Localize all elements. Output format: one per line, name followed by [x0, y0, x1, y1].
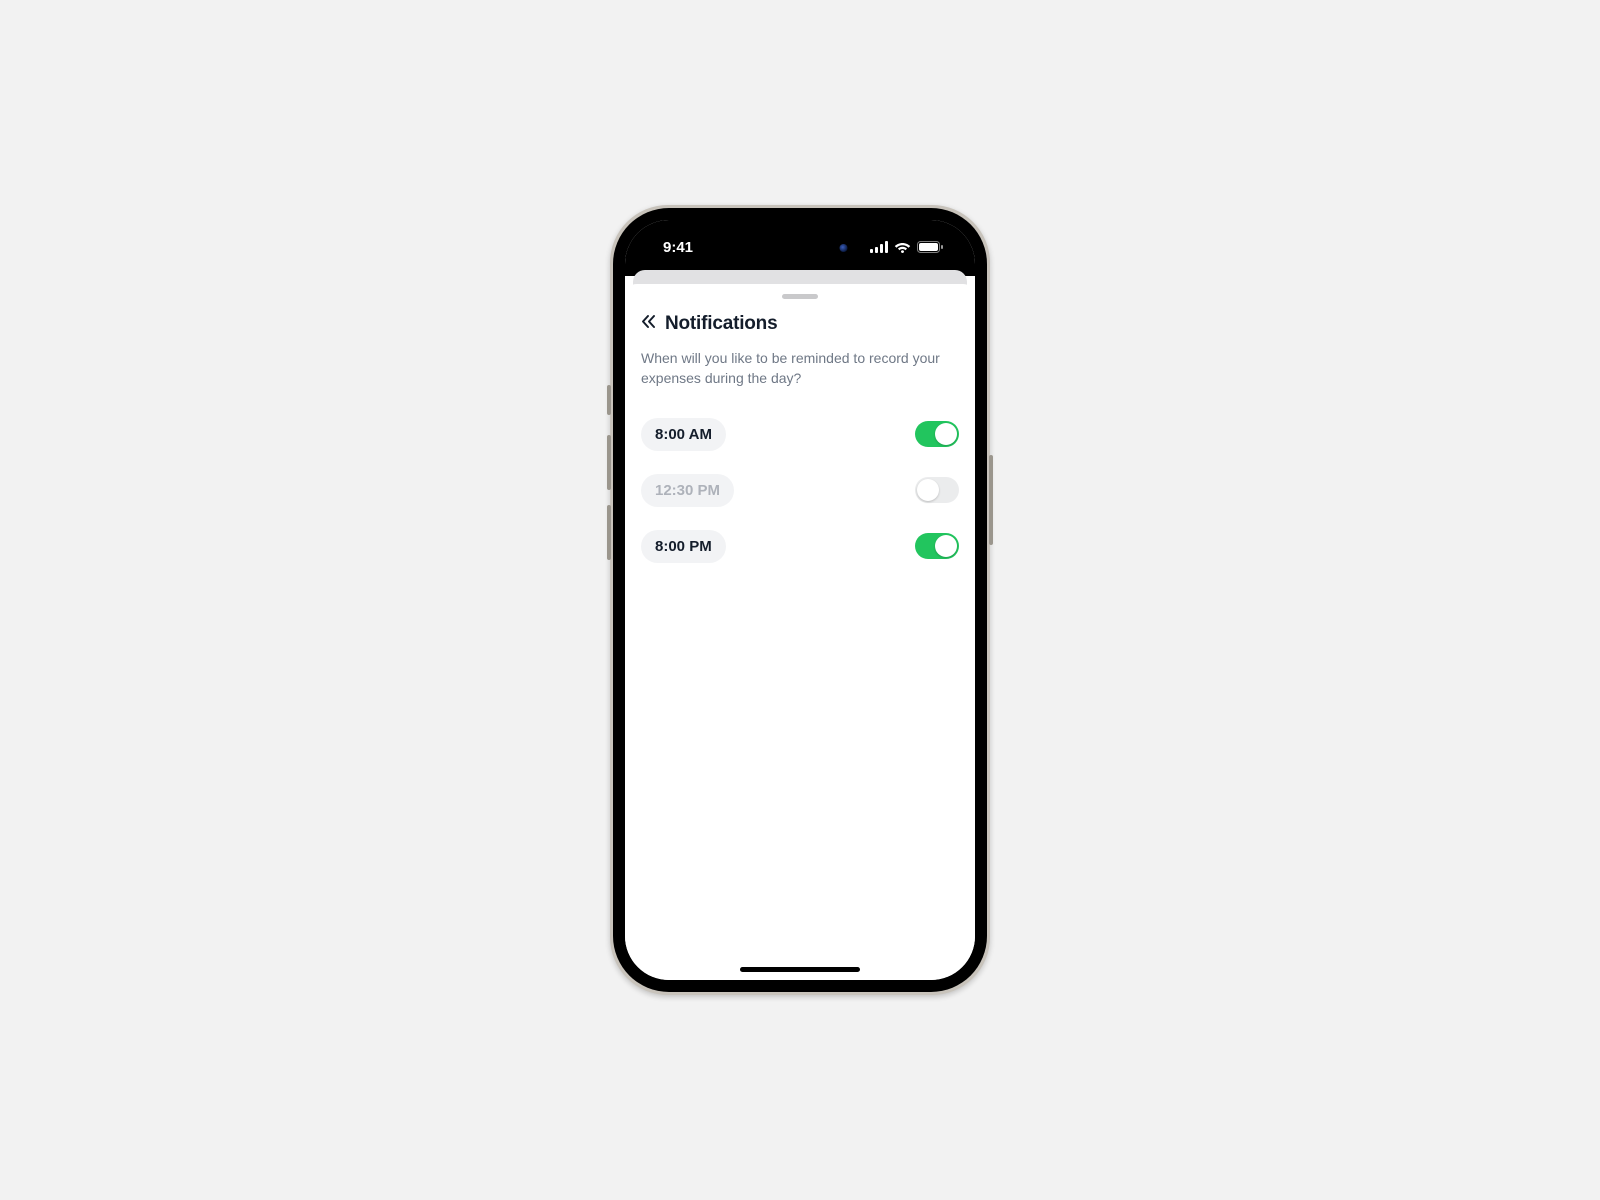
- side-button: [607, 385, 611, 415]
- wifi-icon: [894, 241, 911, 253]
- sheet-header: Notifications: [641, 313, 959, 335]
- cellular-icon: [870, 241, 888, 253]
- page-title: Notifications: [665, 313, 777, 335]
- reminder-row: 8:00 AM: [641, 406, 959, 462]
- phone-bezel: 9:41: [613, 208, 987, 992]
- phone-screen: 9:41: [625, 220, 975, 980]
- phone-frame: 9:41: [610, 205, 990, 995]
- time-pill[interactable]: 8:00 PM: [641, 530, 726, 563]
- toggle-knob: [935, 423, 957, 445]
- back-button[interactable]: [641, 314, 657, 334]
- reminder-toggle[interactable]: [915, 533, 959, 559]
- status-time: 9:41: [651, 233, 693, 256]
- home-indicator[interactable]: [740, 967, 860, 972]
- reminder-row: 12:30 PM: [641, 462, 959, 518]
- camera-dot-icon: [840, 244, 848, 252]
- side-button: [607, 435, 611, 490]
- battery-icon: [917, 241, 943, 253]
- page-description: When will you like to be reminded to rec…: [641, 349, 941, 388]
- reminder-toggle[interactable]: [915, 421, 959, 447]
- reminder-toggle[interactable]: [915, 477, 959, 503]
- notifications-sheet: Notifications When will you like to be r…: [625, 284, 975, 980]
- sheet-grabber[interactable]: [782, 294, 818, 299]
- reminder-list: 8:00 AM 12:30 PM 8:00 PM: [641, 406, 959, 574]
- reminder-row: 8:00 PM: [641, 518, 959, 574]
- toggle-knob: [935, 535, 957, 557]
- side-button: [989, 455, 993, 545]
- time-pill[interactable]: 12:30 PM: [641, 474, 734, 507]
- status-icons: [870, 235, 949, 253]
- dynamic-island: [743, 232, 858, 264]
- time-pill[interactable]: 8:00 AM: [641, 418, 726, 451]
- side-button: [607, 505, 611, 560]
- toggle-knob: [917, 479, 939, 501]
